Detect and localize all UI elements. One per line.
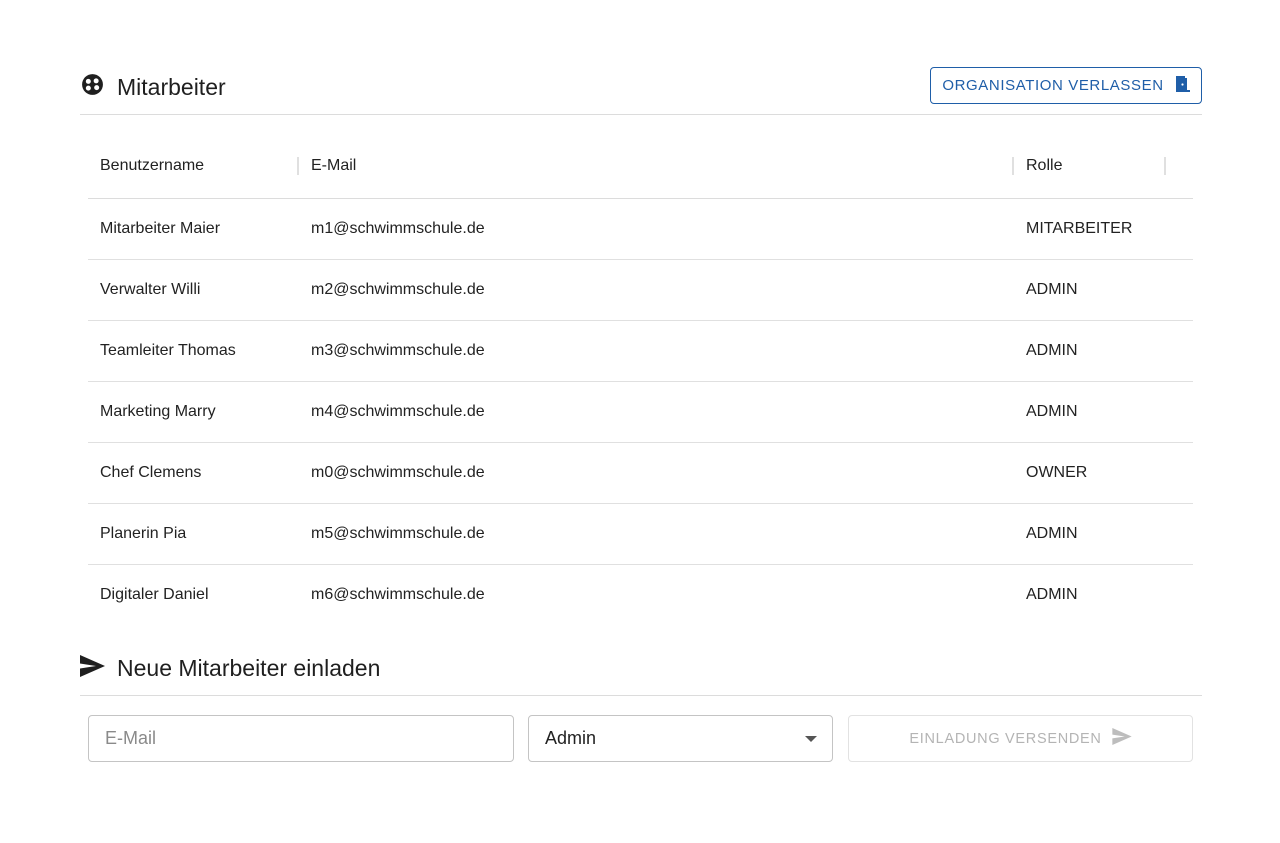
leave-organisation-button[interactable]: ORGANISATION VERLASSEN — [930, 67, 1202, 104]
palette-icon — [80, 72, 105, 102]
column-header-username[interactable]: Benutzername — [88, 135, 299, 199]
table-row[interactable]: Verwalter Willi m2@schwimmschule.de ADMIN — [88, 259, 1193, 321]
leave-button-label: ORGANISATION VERLASSEN — [942, 77, 1164, 94]
cell-email: m3@schwimmschule.de — [299, 320, 1014, 382]
staff-table: Benutzername E-Mail Rolle Mitarbeiter Ma… — [88, 135, 1193, 625]
cell-username: Chef Clemens — [88, 442, 299, 504]
column-separator[interactable] — [1164, 157, 1166, 175]
send-icon — [80, 655, 105, 682]
cell-role: ADMIN — [1014, 503, 1193, 565]
table-row[interactable]: Marketing Marry m4@schwimmschule.de ADMIN — [88, 381, 1193, 443]
invite-role-select[interactable]: Admin — [528, 715, 833, 762]
table-row[interactable]: Chef Clemens m0@schwimmschule.de OWNER — [88, 442, 1193, 504]
cell-email: m4@schwimmschule.de — [299, 381, 1014, 443]
column-header-role[interactable]: Rolle — [1014, 135, 1193, 199]
cell-username: Verwalter Willi — [88, 259, 299, 321]
cell-role: MITARBEITER — [1014, 198, 1193, 260]
table-row[interactable]: Digitaler Daniel m6@schwimmschule.de ADMIN — [88, 564, 1193, 625]
cell-username: Mitarbeiter Maier — [88, 198, 299, 260]
table-row[interactable]: Planerin Pia m5@schwimmschule.de ADMIN — [88, 503, 1193, 565]
invite-form: Admin EINLADUNG VERSENDEN — [88, 715, 1193, 762]
cell-role: ADMIN — [1026, 585, 1078, 603]
cell-username: Marketing Marry — [88, 381, 299, 443]
caret-down-icon — [805, 736, 817, 742]
table-header-row: Benutzername E-Mail Rolle — [88, 135, 1193, 199]
cell-role: ADMIN — [1014, 381, 1193, 443]
table-row[interactable]: Mitarbeiter Maier m1@schwimmschule.de MITA… — [88, 198, 1193, 260]
column-header-email[interactable]: E-Mail — [299, 135, 1014, 199]
cell-email: m6@schwimmschule.de — [311, 585, 485, 603]
invite-section-header: Neue Mitarbeiter einladen — [80, 642, 1202, 696]
cell-username: Teamleiter Thomas — [88, 320, 299, 382]
invite-email-input[interactable] — [88, 715, 514, 762]
cell-role: ADMIN — [1014, 320, 1193, 382]
cell-email: m0@schwimmschule.de — [299, 442, 1014, 504]
cell-username: Planerin Pia — [88, 503, 299, 565]
cell-role: OWNER — [1014, 442, 1193, 504]
role-select-value: Admin — [545, 728, 597, 748]
send-invite-button[interactable]: EINLADUNG VERSENDEN — [848, 715, 1193, 762]
send-icon — [1111, 728, 1132, 749]
cell-email: m2@schwimmschule.de — [299, 259, 1014, 321]
table-row[interactable]: Teamleiter Thomas m3@schwimmschule.de ADMI… — [88, 320, 1193, 382]
invite-section-title: Neue Mitarbeiter einladen — [117, 655, 381, 681]
cell-role: ADMIN — [1014, 259, 1193, 321]
cell-username: Digitaler Daniel — [100, 585, 209, 603]
cell-email: m5@schwimmschule.de — [299, 503, 1014, 565]
send-invite-label: EINLADUNG VERSENDEN — [909, 730, 1102, 747]
staff-section-title: Mitarbeiter — [117, 73, 226, 100]
cell-email: m1@schwimmschule.de — [299, 198, 1014, 260]
staff-section-header: Mitarbeiter ORGANISATION VERLASSEN — [80, 60, 1202, 115]
door-exit-icon — [1174, 75, 1190, 97]
